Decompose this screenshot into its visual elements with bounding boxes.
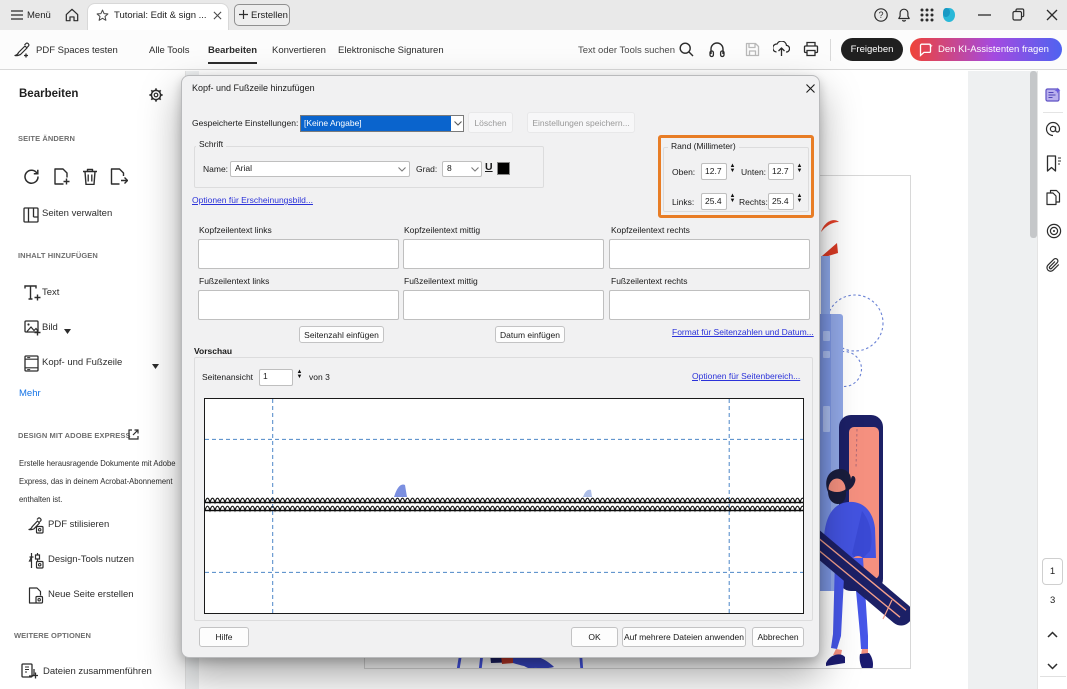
svg-text:?: ? (878, 10, 883, 20)
